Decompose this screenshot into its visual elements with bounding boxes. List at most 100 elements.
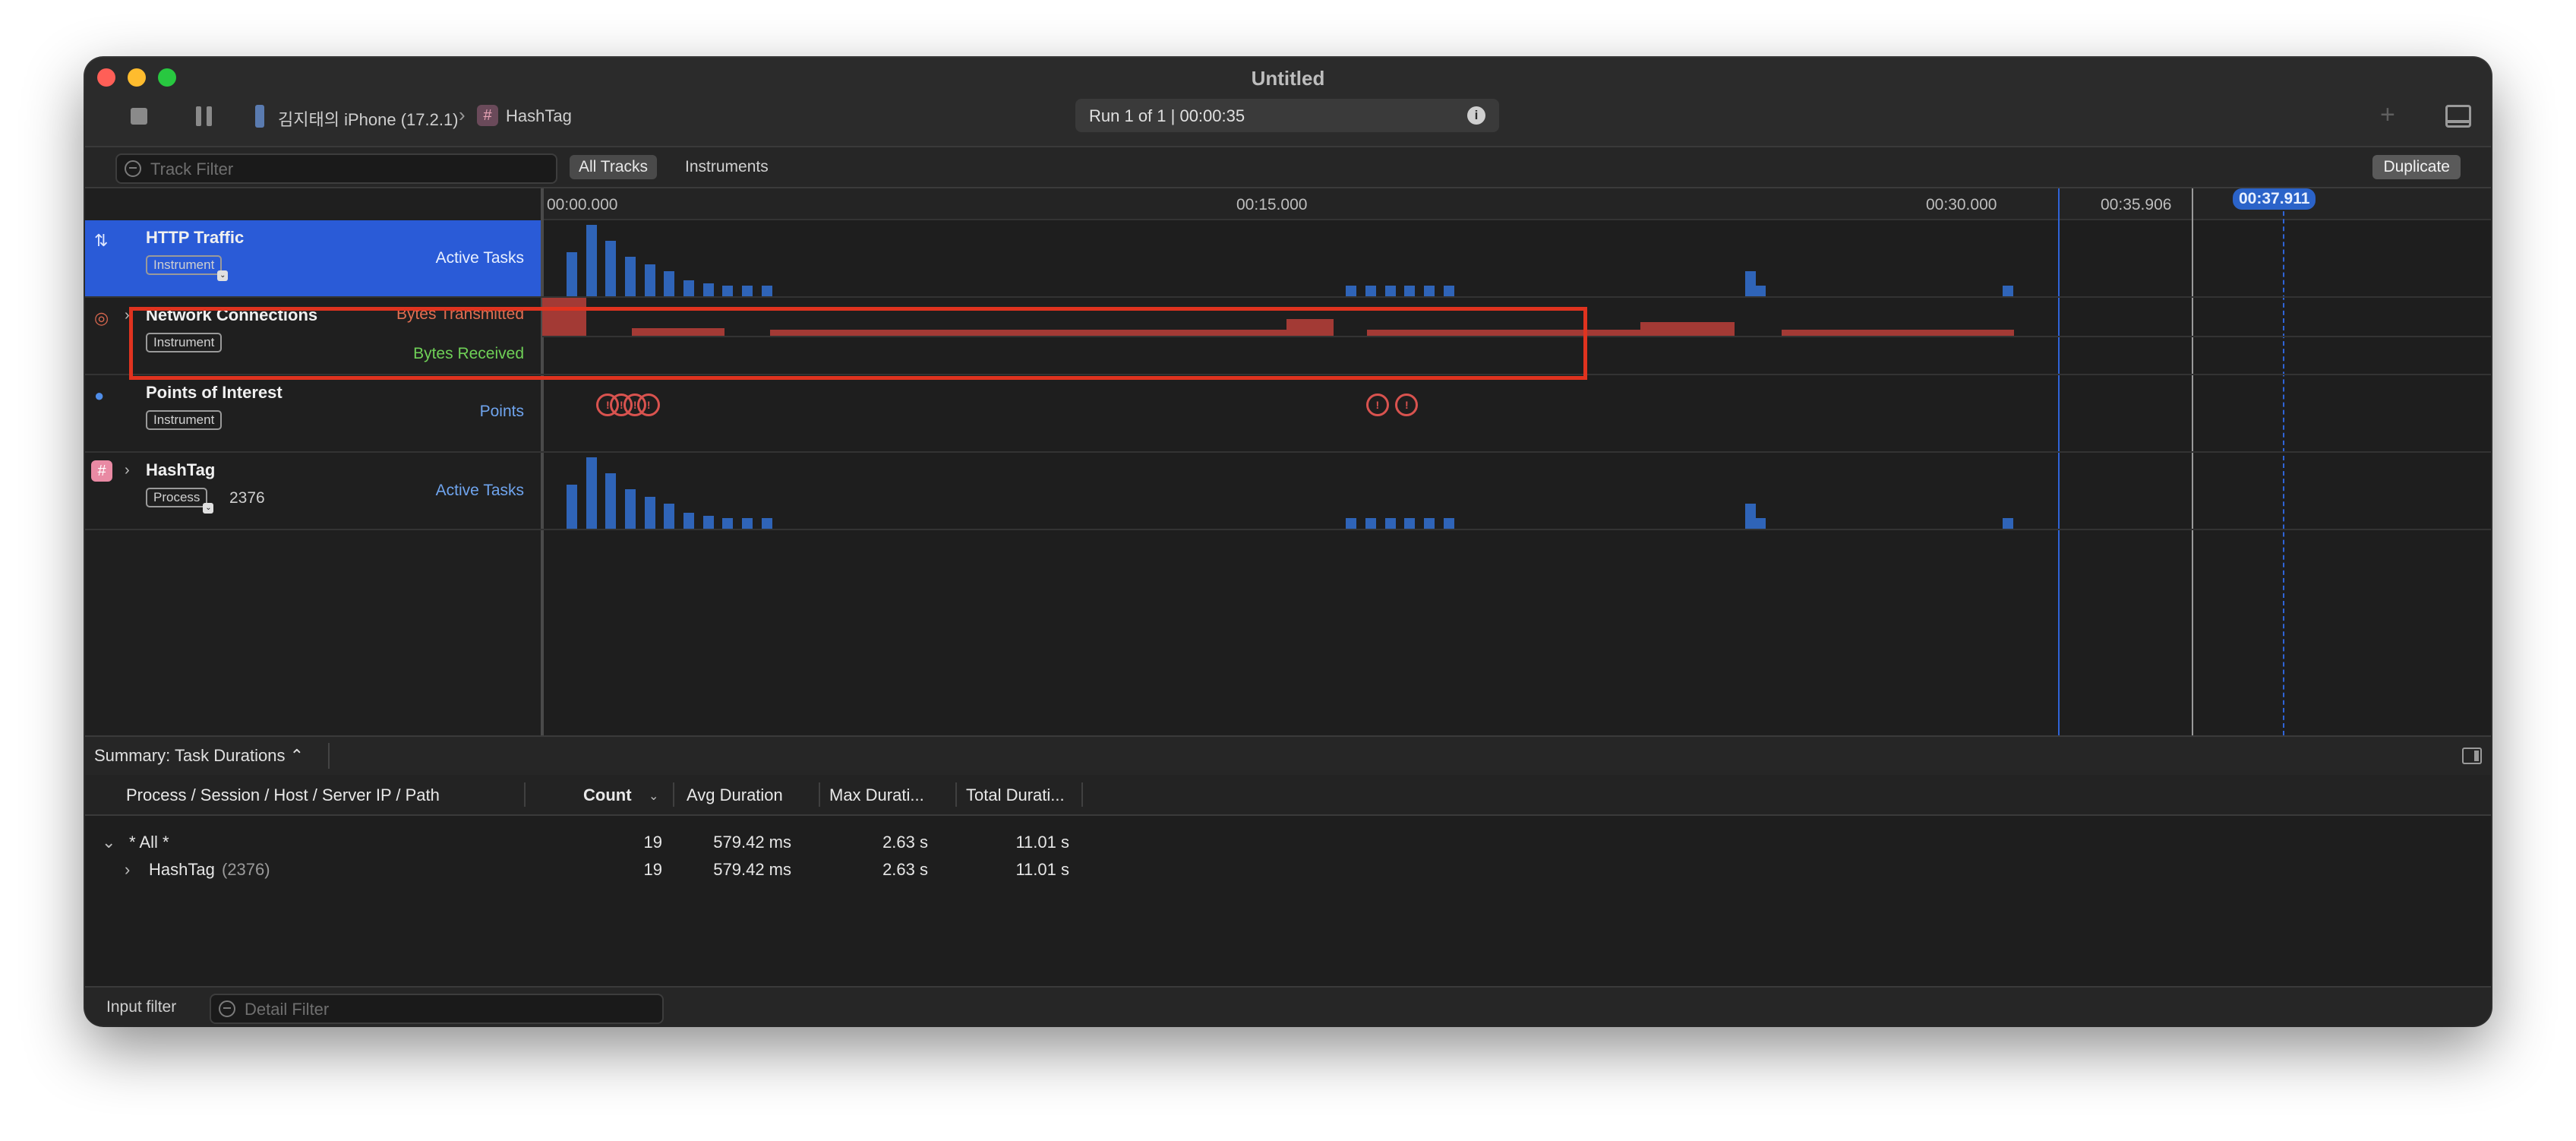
column-divider[interactable]: [819, 782, 820, 807]
poi-marker-icon[interactable]: !: [637, 394, 661, 416]
points-of-interest-graph[interactable]: !!!!!!: [542, 375, 2491, 451]
bottom-filter-bar: Input filter Detail Filter: [85, 986, 2491, 1026]
run-status-box[interactable]: Run 1 of 1 | 00:00:35 i: [1075, 99, 1499, 132]
track-title: Points of Interest: [146, 383, 283, 402]
time-ruler[interactable]: 00:00.000 00:15.000 00:30.000 00:35.906: [542, 188, 2491, 220]
track-http-traffic[interactable]: ⇅ HTTP Traffic Instrument ⌄ Active Tasks: [85, 220, 2491, 298]
poi-marker-icon[interactable]: !: [1365, 394, 1389, 416]
badge-label: Process: [153, 490, 200, 504]
globe-icon: ◎: [94, 308, 109, 327]
tick-label: 00:00.000: [547, 196, 618, 213]
sort-chevron-icon[interactable]: ⌄: [649, 789, 658, 804]
activity-bar: [1424, 517, 1435, 529]
title-bar: Untitled 김지태의 iPhone (17.2.1) › # HashTa…: [85, 58, 2491, 147]
activity-bar: [624, 257, 636, 296]
instruments-window: Untitled 김지태의 iPhone (17.2.1) › # HashTa…: [85, 58, 2491, 1026]
activity-bar: [1365, 517, 1377, 529]
app-icon: #: [477, 105, 498, 126]
track-label[interactable]: # › HashTag Process ⌄ 2376 Active Tasks: [85, 453, 541, 529]
activity-bar: [1384, 517, 1396, 529]
table-row[interactable]: ⌄ * All * 19 579.42 ms 2.63 s 11.01 s: [85, 828, 2491, 855]
chevron-down-icon[interactable]: ⌄: [217, 270, 229, 281]
tick-label: 00:15.000: [1236, 196, 1308, 213]
activity-bar: [702, 283, 714, 296]
toggle-detail-panel-icon[interactable]: [2445, 105, 2471, 128]
disclosure-triangle-icon[interactable]: ›: [125, 462, 130, 479]
process-id: 2376: [229, 489, 265, 507]
activity-bar: [1443, 517, 1454, 529]
info-icon[interactable]: i: [1467, 106, 1485, 125]
column-divider[interactable]: [673, 782, 674, 807]
activity-bar: [664, 504, 675, 529]
track-label[interactable]: ⇅ HTTP Traffic Instrument ⌄ Active Tasks: [85, 220, 541, 296]
activity-bar: [644, 496, 655, 529]
summary-selector[interactable]: Summary: Task Durations ⌃: [94, 746, 304, 766]
detail-filter-input[interactable]: Detail Filter: [210, 994, 664, 1024]
activity-bar: [722, 517, 734, 529]
location-pin-icon: ●: [94, 386, 105, 405]
activity-bar: [664, 271, 675, 296]
activity-bar: [1384, 285, 1396, 296]
column-header-avg[interactable]: Avg Duration: [687, 785, 783, 805]
all-tracks-tab[interactable]: All Tracks: [570, 155, 658, 179]
track-filter-input[interactable]: Track Filter: [115, 153, 557, 184]
disclosure-chevron-icon[interactable]: ›: [125, 860, 130, 880]
column-divider[interactable]: [955, 782, 957, 807]
activity-bar: [1404, 517, 1416, 529]
target-app-selector[interactable]: HashTag: [506, 106, 572, 126]
add-instrument-icon[interactable]: +: [2380, 100, 2395, 130]
device-selector[interactable]: 김지태의 iPhone (17.2.1): [278, 106, 459, 131]
track-metric-label: Active Tasks: [435, 249, 524, 267]
tick-label: 00:35.906: [2101, 196, 2172, 213]
activity-bar: [1755, 285, 1766, 296]
activity-bar: [567, 484, 577, 529]
track-points-of-interest[interactable]: ● Points of Interest Instrument Points !…: [85, 375, 2491, 453]
process-badge[interactable]: Process ⌄: [146, 488, 214, 514]
activity-bar: [586, 457, 597, 529]
inspector-toggle-icon[interactable]: [2462, 747, 2482, 764]
column-header-path[interactable]: Process / Session / Host / Server IP / P…: [126, 785, 440, 805]
poi-marker-icon[interactable]: !: [1395, 394, 1419, 416]
column-header-total[interactable]: Total Durati...: [966, 785, 1065, 805]
instrument-badge: Instrument: [146, 410, 223, 430]
row-max: 2.63 s: [882, 833, 928, 852]
stop-recording-button[interactable]: [131, 108, 147, 125]
row-total: 11.01 s: [1015, 860, 1069, 879]
row-count: 19: [643, 860, 662, 879]
bytes-tx-bar: [1640, 322, 1735, 336]
input-filter-button[interactable]: Input filter: [106, 998, 176, 1016]
cursor-time-badge: 00:37.911: [2233, 188, 2316, 210]
column-divider[interactable]: [524, 782, 526, 807]
disclosure-chevron-icon[interactable]: ⌄: [102, 833, 115, 852]
track-hashtag-process[interactable]: # › HashTag Process ⌄ 2376 Active Tasks: [85, 453, 2491, 530]
hashtag-app-icon: #: [91, 460, 112, 482]
activity-bar: [722, 285, 734, 296]
bytes-tx-bar: [1782, 330, 2014, 336]
track-title: HashTag: [146, 460, 216, 479]
activity-bar: [761, 517, 772, 529]
table-row[interactable]: › HashTag (2376) 19 579.42 ms 2.63 s 11.…: [85, 855, 2491, 883]
detail-filter-placeholder: Detail Filter: [245, 1000, 330, 1019]
duplicate-button[interactable]: Duplicate: [2372, 155, 2461, 179]
track-label[interactable]: ● Points of Interest Instrument Points: [85, 375, 541, 451]
column-divider[interactable]: [1081, 782, 1083, 807]
activity-bar: [741, 517, 753, 529]
column-header-count[interactable]: Count: [583, 785, 632, 805]
summary-bar: Summary: Task Durations ⌃: [85, 735, 2491, 776]
iphone-icon: [255, 105, 264, 128]
hashtag-activity-graph[interactable]: [542, 453, 2491, 529]
instrument-badge[interactable]: Instrument ⌄: [146, 255, 229, 281]
instruments-tab[interactable]: Instruments: [685, 158, 769, 176]
window-title: Untitled: [1251, 67, 1325, 90]
chevron-down-icon[interactable]: ⌄: [203, 503, 214, 514]
row-avg: 579.42 ms: [713, 833, 791, 852]
activity-bar: [1346, 517, 1357, 529]
run-status-text: Run 1 of 1 | 00:00:35: [1089, 106, 1245, 125]
pause-recording-button[interactable]: [196, 106, 213, 126]
activity-bar: [1346, 285, 1357, 296]
row-name: HashTag: [149, 860, 215, 879]
track-filter-placeholder: Track Filter: [150, 160, 234, 179]
row-total: 11.01 s: [1015, 833, 1069, 852]
http-traffic-graph[interactable]: [542, 220, 2491, 296]
column-header-max[interactable]: Max Durati...: [829, 785, 924, 805]
